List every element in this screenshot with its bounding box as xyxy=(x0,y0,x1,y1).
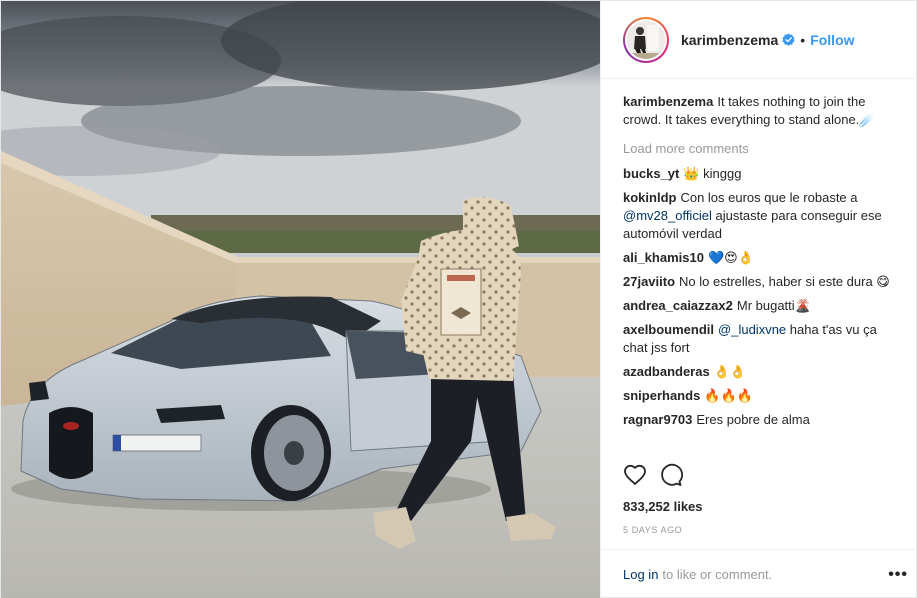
likes-count[interactable]: 833,252 likes xyxy=(623,499,703,514)
post-actions xyxy=(623,463,683,487)
load-more-comments-button[interactable]: Load more comments xyxy=(623,141,902,156)
comment-text: 👑 kinggg xyxy=(683,166,742,181)
login-link[interactable]: Log in xyxy=(623,567,658,582)
comment-item: andrea_caiazzax2 Mr bugatti🌋 xyxy=(623,297,902,315)
comment-username[interactable]: 27javiito xyxy=(623,274,675,289)
more-options-icon[interactable]: ••• xyxy=(888,566,908,584)
comment-username[interactable]: axelboumendil xyxy=(623,322,714,337)
avatar-illustration xyxy=(627,20,665,59)
login-prompt-text: to like or comment. xyxy=(662,567,773,582)
comment-mention-link[interactable]: @mv28_officiel xyxy=(623,208,712,223)
comment-username[interactable]: ali_khamis10 xyxy=(623,250,704,265)
comment-text: Mr bugatti🌋 xyxy=(736,298,811,313)
comment-item: ragnar9703 Eres pobre de alma xyxy=(623,411,902,429)
post-photo[interactable] xyxy=(1,1,600,598)
post-photo-illustration xyxy=(1,1,600,598)
comment-item: ali_khamis10 💙😍👌 xyxy=(623,249,902,267)
comment-username[interactable]: andrea_caiazzax2 xyxy=(623,298,733,313)
post-side-panel: karimbenzema • Follow karimbenzema It tak… xyxy=(600,1,917,598)
comment-item: azadbanderas 👌👌 xyxy=(623,363,902,381)
header-separator: • xyxy=(800,31,806,48)
avatar[interactable] xyxy=(623,16,669,63)
comment-item: 27javiito No lo estrelles, haber si este … xyxy=(623,273,902,291)
avatar-inner xyxy=(625,18,667,61)
post-author-username[interactable]: karimbenzema xyxy=(681,32,778,48)
comments-section: karimbenzema It takes nothing to join the… xyxy=(601,79,917,456)
post-timestamp[interactable]: 5 DAYS AGO xyxy=(623,525,682,535)
comment-item: axelboumendil @_ludixvne haha t'as vu ça … xyxy=(623,321,902,357)
post-header: karimbenzema • Follow xyxy=(601,1,917,79)
comment-item: bucks_yt 👑 kinggg xyxy=(623,165,902,183)
avatar-image xyxy=(627,20,665,59)
comment-text: Eres pobre de alma xyxy=(696,412,810,427)
verified-badge-icon xyxy=(782,33,795,46)
comment-mention-link[interactable]: @_ludixvne xyxy=(718,322,786,337)
comment-text: 👌👌 xyxy=(713,364,747,379)
comment-bubble-icon[interactable] xyxy=(659,463,683,487)
comment-item: sniperhands 🔥🔥🔥 xyxy=(623,387,902,405)
caption-username[interactable]: karimbenzema xyxy=(623,94,713,109)
comment-text: Con los euros que le robaste a xyxy=(680,190,858,205)
comment-username[interactable]: azadbanderas xyxy=(623,364,710,379)
comment-text: No lo estrelles, haber si este dura 😋 xyxy=(679,274,890,289)
post-footer: Log in to like or comment. ••• xyxy=(601,549,917,598)
comment-item: kokinldp Con los euros que le robaste a @… xyxy=(623,189,902,243)
post-caption: karimbenzema It takes nothing to join the… xyxy=(623,93,902,129)
heart-icon[interactable] xyxy=(623,463,647,487)
comment-username[interactable]: bucks_yt xyxy=(623,166,679,181)
comment-username[interactable]: ragnar9703 xyxy=(623,412,692,427)
comment-username[interactable]: sniperhands xyxy=(623,388,700,403)
header-meta: karimbenzema • Follow xyxy=(681,32,855,48)
comment-username[interactable]: kokinldp xyxy=(623,190,676,205)
comment-text: 💙😍👌 xyxy=(707,250,754,265)
follow-button[interactable]: Follow xyxy=(810,32,854,48)
comment-text: 🔥🔥🔥 xyxy=(704,388,753,403)
instagram-post: karimbenzema • Follow karimbenzema It tak… xyxy=(0,0,917,598)
